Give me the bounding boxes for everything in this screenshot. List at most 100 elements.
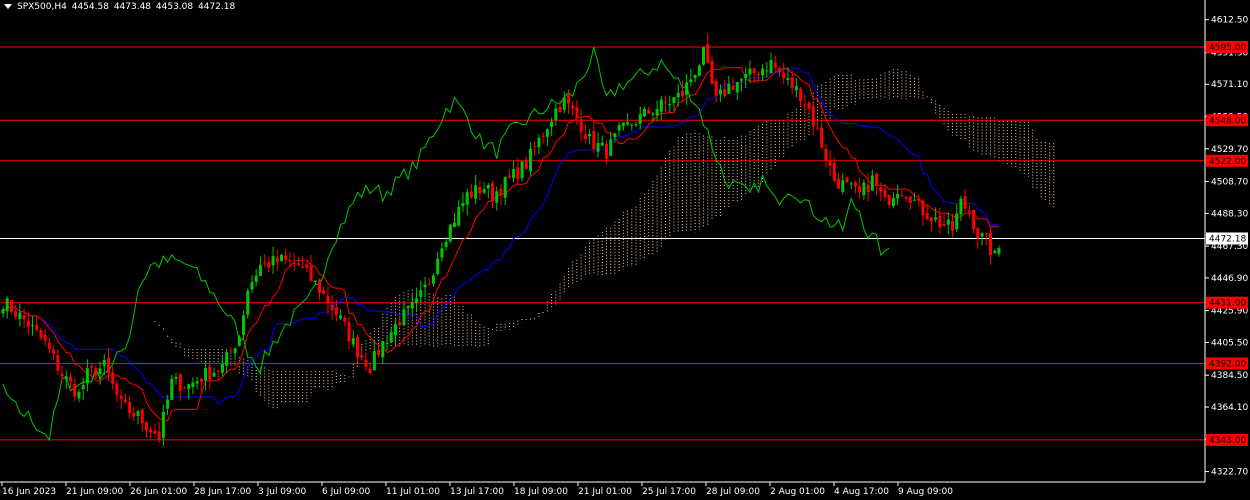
candle bbox=[516, 158, 520, 185]
candle bbox=[710, 55, 714, 85]
candle-body bbox=[5, 298, 9, 312]
current-price-tag-label: 4472.18 bbox=[1209, 234, 1246, 244]
candle bbox=[609, 132, 613, 156]
candle-body bbox=[229, 350, 233, 352]
candle-body bbox=[790, 77, 794, 89]
x-tick-label: 21 Jun 09:00 bbox=[66, 487, 123, 497]
candle-body bbox=[858, 186, 862, 193]
candle bbox=[301, 256, 305, 269]
candle bbox=[204, 361, 208, 391]
candle-body bbox=[963, 196, 967, 209]
candle bbox=[191, 377, 195, 395]
candle bbox=[461, 192, 465, 212]
candle bbox=[507, 169, 511, 179]
candle bbox=[47, 337, 51, 354]
candle-body bbox=[503, 176, 507, 198]
candle-body bbox=[689, 79, 693, 83]
candle-body bbox=[69, 376, 73, 382]
candle bbox=[913, 192, 917, 202]
candle-body bbox=[170, 378, 174, 400]
candle bbox=[740, 77, 743, 92]
candle-body bbox=[680, 90, 684, 97]
candle-body bbox=[583, 134, 587, 139]
candle bbox=[267, 256, 271, 273]
candle bbox=[702, 46, 706, 66]
candle-body bbox=[73, 384, 77, 397]
candle-body bbox=[976, 228, 980, 239]
x-tick-label: 9 Aug 09:00 bbox=[898, 487, 953, 497]
candle-body bbox=[651, 113, 655, 115]
candle-body bbox=[752, 68, 756, 74]
candle-body bbox=[942, 224, 946, 226]
candle-body bbox=[347, 322, 351, 342]
candle-body bbox=[896, 193, 900, 199]
candle bbox=[529, 142, 532, 176]
candle-body bbox=[634, 124, 638, 126]
candle-body bbox=[410, 302, 414, 309]
candle-body bbox=[436, 258, 440, 274]
candle bbox=[174, 372, 178, 385]
candle bbox=[820, 122, 824, 149]
candle-body bbox=[128, 401, 132, 414]
candle bbox=[263, 253, 267, 267]
candle bbox=[638, 106, 642, 130]
candle bbox=[339, 309, 343, 321]
candle-body bbox=[891, 198, 895, 207]
candle-body bbox=[913, 199, 917, 201]
candle bbox=[377, 346, 381, 358]
candle bbox=[296, 256, 300, 267]
candle-body bbox=[102, 360, 106, 366]
candle-body bbox=[782, 72, 786, 79]
candle-body bbox=[220, 364, 224, 373]
candle-body bbox=[60, 373, 64, 377]
candle-body bbox=[761, 68, 765, 76]
candle-body bbox=[195, 381, 199, 384]
candle-body bbox=[984, 233, 988, 235]
candle bbox=[52, 345, 56, 361]
candle-body bbox=[946, 219, 950, 225]
candle-body bbox=[925, 213, 929, 220]
candle-body bbox=[533, 146, 537, 148]
candle-body bbox=[820, 127, 824, 148]
candle-body bbox=[630, 124, 634, 126]
y-tick-label: 4508.70 bbox=[1211, 178, 1248, 188]
candle-body bbox=[31, 325, 35, 327]
candle-body bbox=[77, 391, 81, 399]
candle-body bbox=[157, 431, 161, 440]
candle bbox=[225, 349, 229, 374]
candle bbox=[170, 374, 174, 401]
candle bbox=[474, 175, 478, 205]
candle bbox=[664, 95, 668, 112]
price-level-tag-label: 4548.00 bbox=[1209, 116, 1246, 126]
candle-body bbox=[815, 128, 819, 130]
candle bbox=[685, 74, 689, 105]
candle-body bbox=[883, 189, 887, 197]
candle-body bbox=[81, 385, 85, 390]
price-chart[interactable]: 4612.504591.304571.104550.504529.704508.… bbox=[0, 0, 1250, 500]
candle bbox=[600, 135, 604, 146]
candle bbox=[85, 359, 89, 392]
x-tick-label: 4 Aug 17:00 bbox=[834, 487, 889, 497]
candle-body bbox=[161, 411, 165, 438]
candle-body bbox=[988, 232, 992, 256]
candle bbox=[659, 96, 663, 121]
candle bbox=[1, 306, 5, 318]
candle-body bbox=[499, 188, 503, 196]
candle-body bbox=[360, 355, 364, 358]
candle bbox=[486, 182, 490, 199]
candle-body bbox=[807, 102, 811, 109]
candle bbox=[533, 141, 537, 156]
candle-body bbox=[339, 315, 343, 319]
candle bbox=[140, 407, 144, 432]
candle bbox=[566, 89, 570, 115]
candle bbox=[410, 294, 414, 316]
candle-body bbox=[997, 247, 1001, 254]
candle bbox=[343, 314, 347, 327]
candle bbox=[166, 395, 170, 415]
candle bbox=[351, 329, 355, 348]
candle bbox=[406, 305, 410, 316]
candle-body bbox=[330, 304, 334, 311]
candle-body bbox=[596, 143, 600, 152]
candle-body bbox=[921, 200, 925, 216]
candle bbox=[520, 160, 524, 182]
